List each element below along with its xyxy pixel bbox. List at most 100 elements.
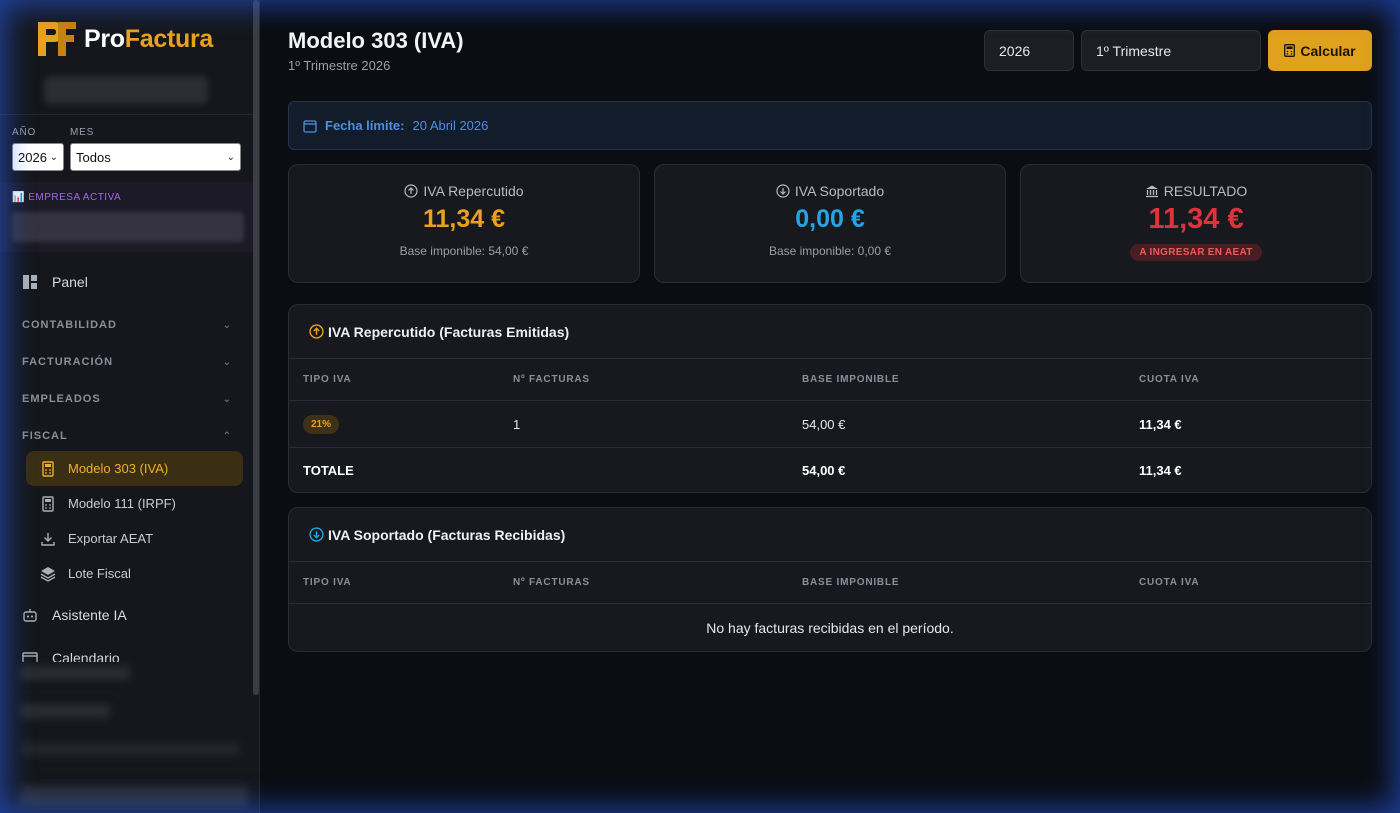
section-empleados[interactable]: EMPLEADOS ⌄ — [22, 393, 232, 405]
footer-redacted — [20, 786, 248, 808]
status-badge: A INGRESAR EN AEAT — [1130, 244, 1262, 261]
card-resultado: RESULTADO 11,34 € A INGRESAR EN AEAT — [1020, 164, 1372, 283]
year-filter-value: 2026 — [18, 149, 47, 165]
month-filter-select[interactable]: Todos ⌄ — [70, 143, 241, 171]
base-imponible-text: Base imponible: 54,00 € — [399, 244, 529, 258]
user-info-redacted — [44, 76, 208, 104]
main-content: Modelo 303 (IVA) 1º Trimestre 2026 2026 … — [260, 0, 1400, 813]
th-base-imponible: BASE IMPONIBLE — [802, 577, 900, 588]
year-filter-label: AÑO — [12, 127, 37, 138]
th-num-facturas: Nº FACTURAS — [513, 577, 590, 588]
page-title: Modelo 303 (IVA) — [288, 28, 464, 53]
nav-item-redacted — [20, 704, 110, 718]
empresa-select-redacted[interactable] — [12, 212, 244, 242]
section-facturacion[interactable]: FACTURACIÓN ⌄ — [22, 356, 232, 368]
nav-modelo-111-label: Modelo 111 (IRPF) — [68, 496, 176, 511]
calendar-icon — [303, 119, 317, 133]
th-base-imponible: BASE IMPONIBLE — [802, 374, 900, 385]
panel-title: IVA Soportado (Facturas Recibidas) — [328, 526, 566, 543]
nav-panel[interactable]: Panel — [22, 274, 88, 290]
section-fiscal[interactable]: FISCAL ⌃ — [22, 430, 232, 442]
sidebar-divider — [0, 114, 253, 115]
month-filter-label: MES — [70, 127, 95, 138]
year-filter-select[interactable]: 2026 ⌄ — [12, 143, 64, 171]
th-tipo-iva: TIPO IVA — [303, 577, 352, 588]
year-input[interactable]: 2026 — [984, 30, 1074, 71]
profactura-logo-icon — [38, 22, 76, 56]
cell-base-imponible: 54,00 € — [802, 416, 846, 432]
total-cuota: 11,34 € — [1139, 462, 1182, 478]
iva-soportado-value: 0,00 € — [795, 205, 865, 233]
quarter-select-value: 1º Trimestre — [1096, 42, 1172, 59]
bank-icon — [1145, 185, 1158, 198]
resultado-value: 11,34 € — [1148, 203, 1244, 235]
total-label: TOTALE — [303, 462, 354, 478]
chevron-down-icon: ⌄ — [222, 356, 232, 368]
rate-badge: 21% — [303, 414, 340, 434]
table-header-row: TIPO IVA Nº FACTURAS BASE IMPONIBLE CUOT… — [289, 359, 1371, 401]
chart-icon: 📊 — [12, 192, 25, 203]
card-head: RESULTADO — [1021, 183, 1371, 199]
panel-title: IVA Repercutido (Facturas Emitidas) — [328, 323, 570, 340]
arrow-down-circle-icon — [776, 184, 790, 198]
empresa-activa-label: 📊 EMPRESA ACTIVA — [12, 192, 122, 203]
chevron-down-icon: ⌄ — [222, 393, 232, 405]
arrow-up-circle-icon — [309, 324, 324, 339]
nav-asistente-ia-label: Asistente IA — [52, 607, 127, 623]
card-head: IVA Soportado — [655, 183, 1005, 199]
section-contabilidad[interactable]: CONTABILIDAD ⌄ — [22, 319, 232, 331]
card-head: IVA Repercutido — [289, 183, 639, 199]
month-filter-value: Todos — [76, 149, 111, 165]
nav-lote-fiscal[interactable]: Lote Fiscal — [26, 556, 243, 591]
nav-lote-fiscal-label: Lote Fiscal — [68, 566, 131, 581]
cell-num-facturas: 1 — [513, 416, 521, 432]
th-num-facturas: Nº FACTURAS — [513, 374, 590, 385]
brand-factura: Factura — [124, 24, 214, 53]
sidebar-scrollbar[interactable] — [253, 0, 259, 695]
table-empty-row: No hay facturas recibidas en el período. — [289, 604, 1371, 651]
th-tipo-iva: TIPO IVA — [303, 374, 352, 385]
calcular-button[interactable]: Calcular — [1268, 30, 1372, 71]
nav-calendario-label: Calendario — [52, 650, 120, 662]
year-input-value: 2026 — [999, 42, 1031, 59]
arrow-up-circle-icon — [404, 184, 419, 198]
card-title: RESULTADO — [1163, 183, 1248, 199]
calculator-icon — [42, 460, 54, 477]
quarter-select[interactable]: 1º Trimestre — [1081, 30, 1261, 71]
deadline-value: 20 Abril 2026 — [412, 118, 489, 133]
empty-message: No hay facturas recibidas en el período. — [706, 619, 954, 636]
nav-asistente-ia[interactable]: Asistente IA — [22, 607, 127, 623]
nav-modelo-111[interactable]: Modelo 111 (IRPF) — [26, 486, 243, 521]
arrow-down-circle-icon — [309, 527, 324, 542]
dashboard-icon — [23, 275, 37, 289]
iva-repercutido-value: 11,34 € — [422, 205, 506, 233]
card-iva-soportado: IVA Soportado 0,00 € Base imponible: 0,0… — [654, 164, 1006, 283]
robot-icon — [23, 609, 37, 622]
cell-tipo-iva: 21% — [303, 401, 340, 447]
calendar-icon — [22, 652, 38, 662]
download-icon — [41, 532, 55, 546]
card-title: IVA Repercutido — [423, 183, 524, 199]
nav-modelo-303[interactable]: Modelo 303 (IVA) — [26, 451, 243, 486]
table-total-row: TOTALE 54,00 € 11,34 € — [289, 448, 1371, 492]
brand-logo[interactable]: ProFactura — [36, 20, 213, 58]
base-imponible-text: Base imponible: 0,00 € — [768, 244, 892, 258]
card-title: IVA Soportado — [794, 183, 885, 199]
nav-exportar-aeat[interactable]: Exportar AEAT — [26, 521, 243, 556]
nav-calendario[interactable]: Calendario — [22, 650, 120, 662]
panel-facturas-recibidas: IVA Soportado (Facturas Recibidas) TIPO … — [288, 507, 1372, 652]
th-cuota-iva: CUOTA IVA — [1139, 577, 1200, 588]
panel-facturas-emitidas: IVA Repercutido (Facturas Emitidas) TIPO… — [288, 304, 1372, 493]
nav-item-redacted — [20, 742, 240, 756]
page-subtitle: 1º Trimestre 2026 — [288, 58, 391, 73]
card-iva-repercutido: IVA Repercutido 11,34 € Base imponible: … — [288, 164, 640, 283]
chevron-down-icon: ⌄ — [222, 319, 232, 331]
chevron-up-icon: ⌃ — [222, 430, 232, 442]
deadline-label: Fecha límite: — [325, 118, 405, 133]
table-row: 21% 1 54,00 € 11,34 € — [289, 401, 1371, 448]
chevron-down-icon: ⌄ — [226, 151, 235, 163]
nav-exportar-aeat-label: Exportar AEAT — [68, 531, 154, 546]
calculator-icon — [42, 495, 54, 512]
nav-item-redacted — [20, 666, 130, 680]
th-cuota-iva: CUOTA IVA — [1139, 374, 1200, 385]
